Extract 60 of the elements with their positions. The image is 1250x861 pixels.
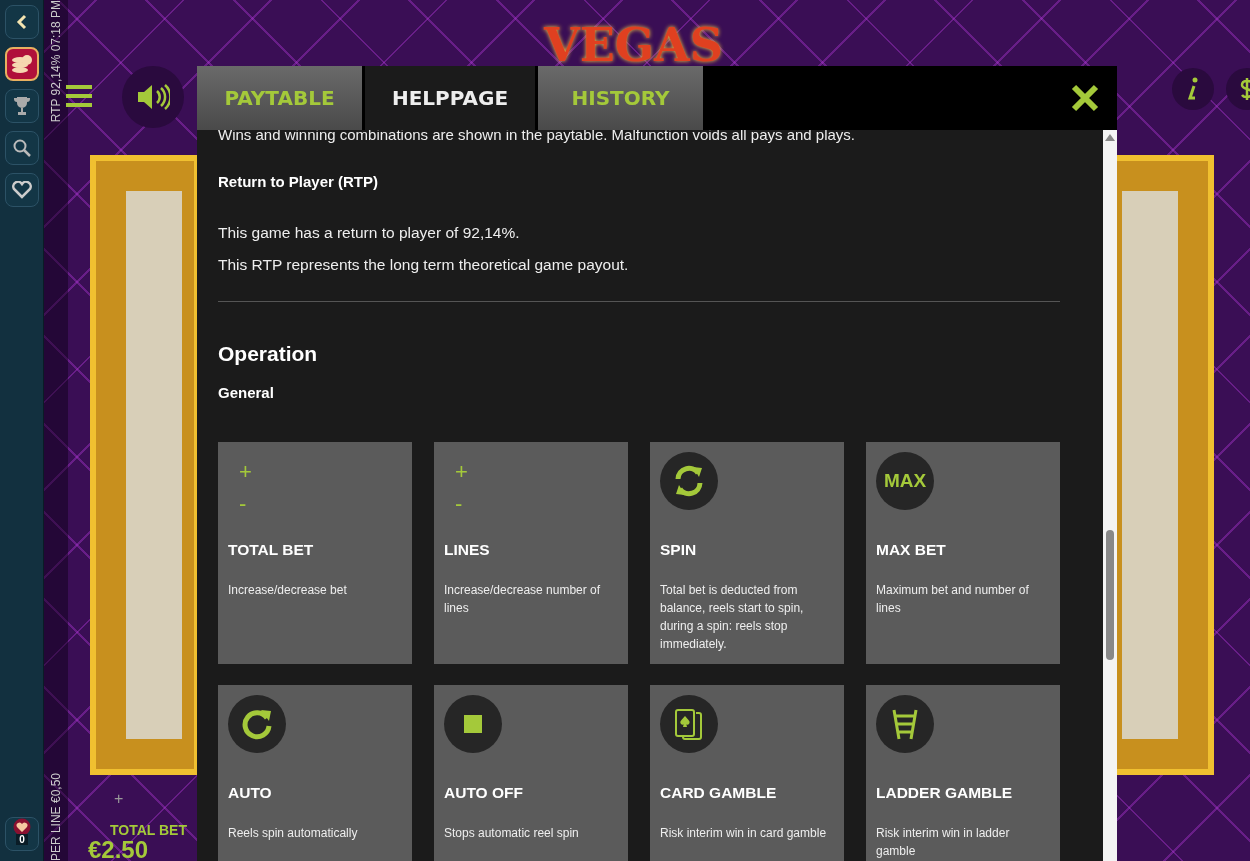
feature-title: CARD GAMBLE: [660, 784, 777, 802]
favorites-button[interactable]: [4, 173, 39, 207]
feature-description: Stops automatic reel spin: [444, 825, 580, 842]
feature-title: AUTO OFF: [444, 784, 523, 802]
feature-title: LINES: [444, 541, 490, 559]
search-icon: [12, 139, 31, 157]
scroll-thumb[interactable]: [1106, 530, 1114, 660]
tab[interactable]: HELPPAGE: [365, 66, 535, 130]
scroll-up-icon[interactable]: [1105, 134, 1115, 141]
scrollbar[interactable]: [1103, 130, 1117, 861]
total-bet-label: TOTAL BET: [110, 822, 187, 838]
back-icon: [15, 14, 28, 30]
trophy-icon: [12, 96, 31, 116]
stop-icon: [464, 715, 482, 733]
feature-description: Increase/decrease number of lines: [444, 582, 602, 617]
feature-title: MAX BET: [876, 541, 946, 559]
feature-description: Reels spin automatically: [228, 825, 359, 842]
coin-stack-icon: [10, 54, 33, 74]
feature-title: SPIN: [660, 541, 697, 559]
total-bet-value: €2.50: [88, 836, 149, 861]
section-title: Operation: [218, 342, 319, 366]
intro-text: Wins and winning combinations are shown in the paytable. Malfunction voids all pays and plays.: [218, 130, 857, 143]
rtp-text: This game has a return to player of 92,14%.: [218, 223, 521, 243]
plus-sign: +: [114, 790, 124, 808]
feature-description: Increase/decrease bet: [228, 582, 348, 599]
search-button[interactable]: [4, 131, 39, 165]
menu-icon[interactable]: [66, 84, 92, 108]
coins-button[interactable]: [4, 47, 39, 81]
subsection-title: General: [218, 384, 275, 401]
rtp-clock-text: RTP 92,14% 07:18 PM: [49, 0, 63, 123]
tab[interactable]: PAYTABLE: [197, 66, 362, 130]
heart-icon: [11, 181, 32, 199]
tab[interactable]: HISTORY: [538, 66, 703, 130]
rtp-text: This RTP represents the long term theoretical game payout.: [218, 255, 630, 275]
feature-description: Risk interim win in card gamble: [660, 825, 828, 842]
sound-button[interactable]: [122, 66, 184, 128]
feature-title: AUTO: [228, 784, 272, 802]
plus-sign: +: [239, 458, 252, 486]
info-icon: [1186, 77, 1200, 101]
game-logo: VEGAS: [544, 22, 723, 68]
feature-title: TOTAL BET: [228, 541, 314, 559]
minus-sign: -: [455, 490, 463, 518]
plus-sign: +: [455, 458, 468, 486]
close-icon[interactable]: [1071, 84, 1099, 112]
playing-cards-icon: [673, 707, 705, 741]
speaker-icon: [136, 83, 170, 111]
feature-description: Maximum bet and number of lines: [876, 582, 1030, 617]
minus-sign: -: [239, 490, 247, 518]
info-button[interactable]: [1172, 68, 1214, 110]
per-line-text: PER LINE €0,50: [49, 772, 63, 861]
heart-coin-icon: [13, 818, 31, 836]
feature-description: Total bet is deducted from balance, reels start to spin, during a spin: reels stop immediately.: [660, 582, 805, 653]
feature-title: LADDER GAMBLE: [876, 784, 1013, 802]
back-button[interactable]: [4, 5, 39, 39]
heart-counter-button[interactable]: 0: [5, 817, 39, 851]
max-badge: MAX: [876, 452, 934, 510]
trophy-button[interactable]: [4, 89, 39, 123]
heart-count: 0: [16, 834, 28, 845]
feature-description: Risk interim win in ladder gamble: [876, 825, 1011, 860]
rtp-heading: Return to Player (RTP): [218, 173, 380, 190]
